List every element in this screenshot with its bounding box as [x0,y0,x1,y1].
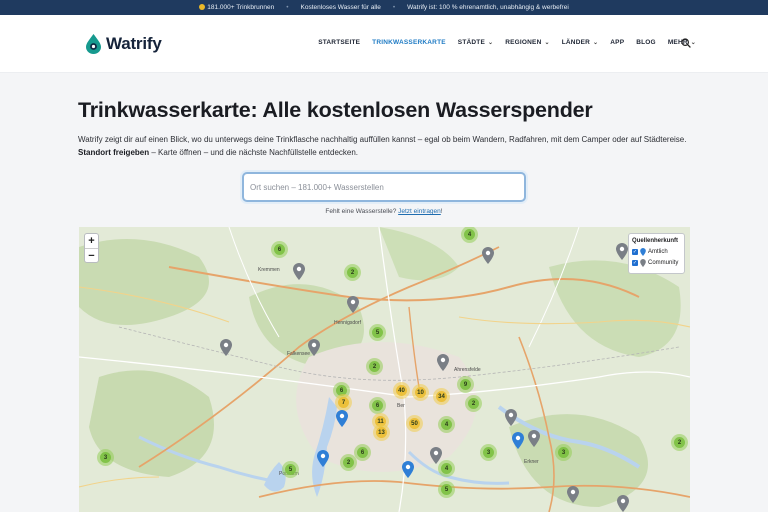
place-label: Ahrensfelde [454,367,481,373]
missing-station-note: Fehlt eine Wasserstelle? Jetzt eintragen… [325,208,443,215]
water-drop-logo-icon [86,34,101,54]
community-pin-icon[interactable] [293,263,305,280]
community-pin-icon[interactable] [567,486,579,503]
community-pin-icon[interactable] [617,495,629,512]
nav-blog[interactable]: BLOG [636,39,656,46]
location-search-input[interactable] [244,174,524,200]
official-pin-icon[interactable] [512,432,524,449]
map-base-layer [79,227,690,512]
community-pin-icon [640,259,646,267]
community-pin-icon[interactable] [505,409,517,426]
community-pin-icon[interactable] [347,296,359,313]
place-label: Kremmen [258,267,280,273]
official-pin-icon[interactable] [336,410,348,427]
community-pin-icon[interactable] [528,430,540,447]
legend-item-community[interactable]: ✓ Community [632,259,681,267]
community-pin-icon[interactable] [616,243,628,260]
community-pin-icon[interactable] [482,247,494,264]
announcement-item: Kostenloses Wasser für alle [300,4,381,11]
chevron-down-icon: ⌄ [544,40,550,46]
nav-laender[interactable]: LÄNDER ⌄ [562,39,599,46]
logo[interactable]: Watrify [86,32,162,56]
marker-cluster[interactable]: 3 [97,449,114,466]
checkbox-checked-icon[interactable]: ✓ [632,249,638,255]
coin-icon [199,4,206,10]
community-pin-icon[interactable] [430,447,442,464]
nav-app[interactable]: APP [610,39,624,46]
announcement-item: 181.000+ Trinkbrunnen [199,4,274,11]
zoom-in-button[interactable]: + [85,234,98,248]
marker-cluster[interactable]: 34 [433,388,450,405]
official-pin-icon [640,248,646,256]
water-map[interactable]: Kremmen Falkensee Ber Potsdam Hennigsdor… [79,227,690,512]
nav-trinkwasserkarte[interactable]: TRINKWASSERKARTE [372,39,446,46]
marker-cluster[interactable]: 9 [457,376,474,393]
site-header: Watrify STARTSEITE TRINKWASSERKARTE STÄD… [0,15,768,73]
chevron-down-icon: ⌄ [690,40,696,46]
marker-cluster[interactable]: 13 [373,424,390,441]
place-label: Hennigsdorf [334,320,361,326]
zoom-control: + − [84,233,99,263]
marker-cluster[interactable]: 50 [406,415,423,432]
marker-cluster[interactable]: 4 [438,416,455,433]
add-station-link[interactable]: Jetzt eintragen [398,208,441,215]
page-title: Trinkwasserkarte: Alle kostenlosen Wasse… [78,98,593,122]
marker-cluster[interactable]: 5 [438,481,455,498]
marker-cluster[interactable]: 2 [671,434,688,451]
official-pin-icon[interactable] [317,450,329,467]
community-pin-icon[interactable] [437,354,449,371]
announcement-item: Watrify ist: 100 % ehrenamtlich, unabhän… [407,4,569,11]
chevron-down-icon: ⌄ [487,40,494,46]
marker-cluster[interactable]: 6 [354,444,371,461]
chevron-down-icon: ⌄ [593,40,599,46]
marker-cluster[interactable]: 3 [480,444,497,461]
place-label: Ber [397,403,405,409]
separator-dot: • [286,4,289,11]
legend-title: Quellenherkunft [632,238,679,244]
marker-cluster[interactable]: 10 [412,384,429,401]
marker-cluster[interactable]: 5 [282,461,299,478]
marker-cluster[interactable]: 2 [465,395,482,412]
community-pin-icon[interactable] [220,339,232,356]
marker-cluster[interactable]: 2 [344,264,361,281]
search-icon[interactable] [681,38,691,48]
logo-text: Watrify [106,34,162,53]
place-label: Falkensee [287,351,311,357]
nav-startseite[interactable]: STARTSEITE [318,39,360,46]
marker-cluster[interactable]: 6 [271,241,288,258]
marker-cluster[interactable]: 2 [340,454,357,471]
marker-cluster[interactable]: 5 [369,324,386,341]
community-pin-icon[interactable] [308,339,320,356]
main-nav: STARTSEITE TRINKWASSERKARTE STÄDTE ⌄ REGI… [318,39,696,46]
official-pin-icon[interactable] [402,461,414,478]
nav-staedte[interactable]: STÄDTE ⌄ [458,39,493,46]
source-legend: Quellenherkunft ✓ Amtlich ✓ Community [628,233,685,274]
zoom-out-button[interactable]: − [85,248,98,262]
intro-bold: Standort freigeben [78,148,150,157]
marker-cluster[interactable]: 6 [369,397,386,414]
place-label: Erkner [524,459,539,465]
marker-cluster[interactable]: 3 [555,444,572,461]
marker-cluster[interactable]: 7 [335,394,352,411]
checkbox-checked-icon[interactable]: ✓ [632,260,638,266]
location-search [242,172,526,202]
nav-regionen[interactable]: REGIONEN ⌄ [505,39,550,46]
announcement-bar: 181.000+ Trinkbrunnen • Kostenloses Wass… [0,0,768,15]
intro-paragraph: Watrify zeigt dir auf einen Blick, wo du… [78,135,687,157]
legend-item-official[interactable]: ✓ Amtlich [632,248,681,256]
marker-cluster[interactable]: 40 [393,382,410,399]
separator-dot: • [392,4,396,11]
marker-cluster[interactable]: 2 [366,358,383,375]
